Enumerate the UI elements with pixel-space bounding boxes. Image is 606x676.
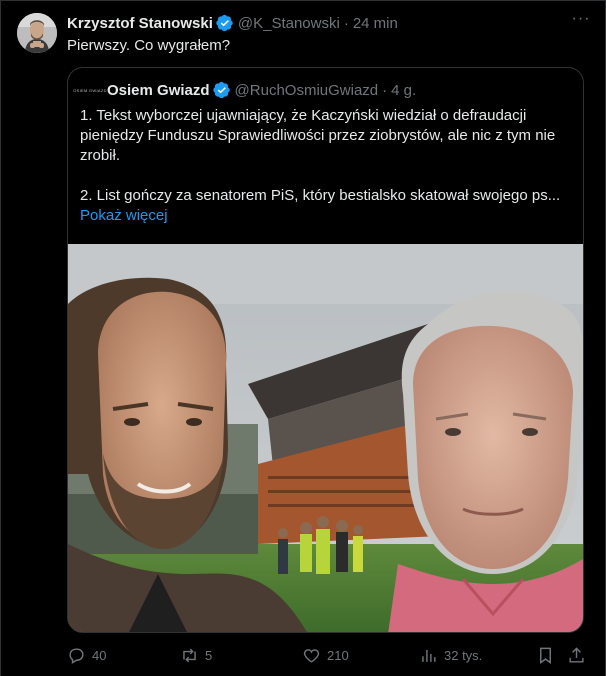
quoted-photo[interactable] [68, 244, 583, 632]
like-count: 210 [327, 647, 349, 663]
tweet-card[interactable]: Krzysztof Stanowski @K_Stanowski · 24 mi… [0, 0, 606, 676]
separator-dot: · [343, 14, 349, 32]
reply-count: 40 [92, 647, 107, 663]
like-button[interactable]: 210 [302, 644, 349, 666]
tweet-header: Krzysztof Stanowski @K_Stanowski · 24 mi… [67, 13, 398, 33]
retweet-count: 5 [205, 647, 213, 663]
quoted-avatar-logo: OSIEM GWIAZD [73, 87, 107, 93]
author-avatar[interactable] [17, 13, 57, 53]
quoted-header: OSIEM GWIAZD Osiem Gwiazd @RuchOsmiuGwia… [73, 79, 416, 101]
quoted-author-handle[interactable]: @RuchOsmiuGwiazd [235, 82, 379, 99]
quoted-text: 1. Tekst wyborczej ujawniający, że Kaczy… [80, 106, 574, 226]
more-icon[interactable]: ··· [571, 11, 591, 32]
show-more-link[interactable]: Pokaż więcej [80, 206, 574, 226]
bookmark-button[interactable] [536, 644, 561, 666]
views-icon [422, 649, 436, 662]
views-button[interactable]: 32 tys. [419, 644, 482, 666]
reply-icon [69, 647, 84, 664]
verified-badge-icon [216, 14, 233, 32]
share-button[interactable] [567, 644, 592, 666]
author-name[interactable]: Krzysztof Stanowski [67, 15, 213, 32]
action-bar: 40 5 210 32 tys. [67, 644, 587, 666]
verified-badge-icon [212, 81, 230, 99]
share-icon [569, 646, 584, 663]
quoted-tweet[interactable]: OSIEM GWIAZD Osiem Gwiazd @RuchOsmiuGwia… [67, 67, 584, 633]
views-count: 32 tys. [444, 647, 483, 663]
quoted-paragraph-2: 2. List gończy za senatorem PiS, który b… [80, 187, 561, 204]
tweet-text: Pierwszy. Co wygrałem? [67, 37, 231, 54]
reply-button[interactable]: 40 [67, 644, 106, 666]
quoted-time[interactable]: 4 g. [391, 82, 416, 99]
author-handle[interactable]: @K_Stanowski [238, 15, 340, 32]
tweet-time[interactable]: 24 min [353, 15, 398, 32]
quoted-author-name[interactable]: Osiem Gwiazd [107, 82, 210, 99]
like-icon [303, 648, 320, 663]
retweet-button[interactable]: 5 [180, 644, 212, 666]
separator-dot: · [382, 81, 388, 99]
bookmark-icon [540, 647, 551, 664]
quoted-paragraph-1: 1. Tekst wyborczej ujawniający, że Kaczy… [80, 107, 556, 164]
retweet-icon [183, 648, 196, 662]
quoted-avatar[interactable]: OSIEM GWIAZD [73, 79, 107, 101]
